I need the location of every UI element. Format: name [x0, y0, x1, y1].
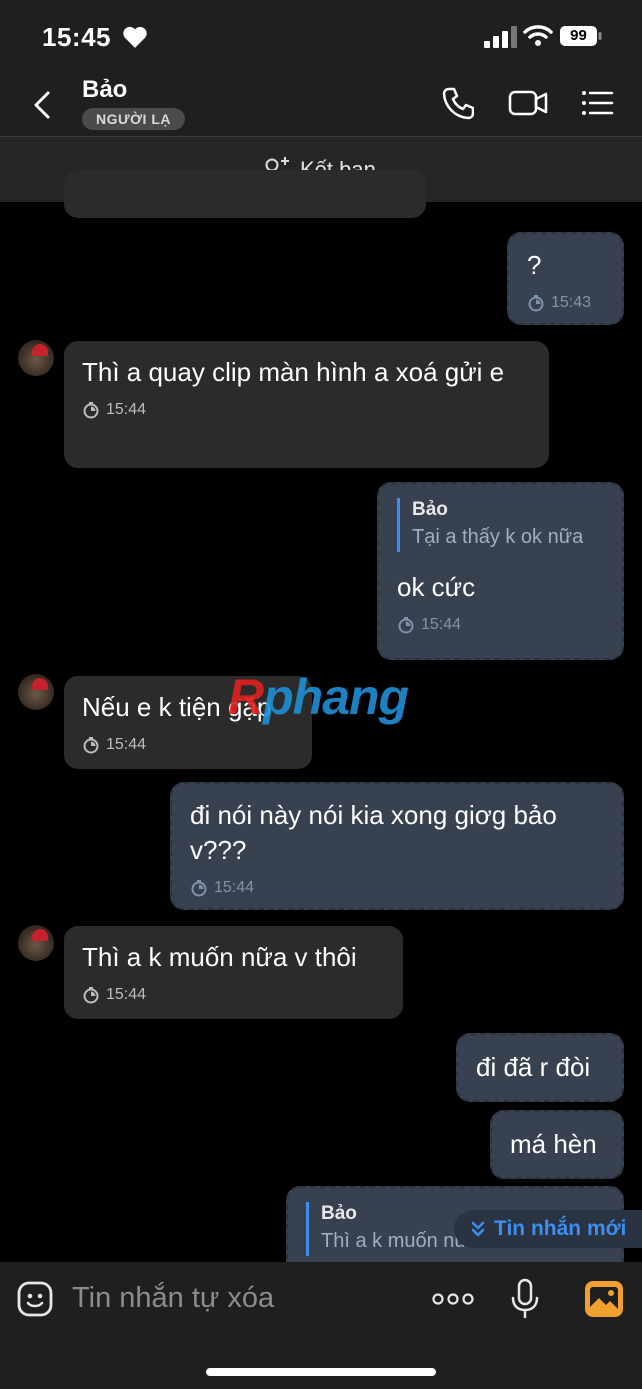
timer-icon [83, 402, 99, 419]
message-bubble[interactable]: má hèn [490, 1110, 624, 1179]
timer-icon [83, 987, 99, 1004]
timer-icon [528, 295, 544, 312]
message-text: Thì a quay clip màn hình a xoá gửi e [82, 357, 505, 387]
reply-author: Bảo [412, 499, 448, 520]
menu-icon[interactable] [580, 86, 614, 120]
message-bubble-partial[interactable] [64, 170, 426, 218]
message-bubble[interactable]: Thì a quay clip màn hình a xoá gửi e 15:… [64, 341, 549, 468]
message-input[interactable]: Tin nhắn tự xóa [72, 1282, 274, 1315]
timer-icon [191, 880, 207, 897]
message-text: má hèn [510, 1129, 597, 1159]
contact-name[interactable]: Bảo [82, 76, 127, 104]
new-messages-label: Tin nhắn mới [494, 1217, 627, 1240]
message-time: 15:44 [106, 736, 147, 753]
message-text: đi đã r đòi [476, 1052, 591, 1082]
stranger-badge: NGƯỜI LẠ [82, 108, 185, 130]
battery-icon: 99 [560, 24, 602, 48]
avatar[interactable] [18, 340, 54, 376]
message-bubble[interactable]: đi đã r đòi [456, 1033, 624, 1102]
message-text: Thì a k muốn nữa v thôi [82, 942, 357, 972]
message-time: 15:44 [106, 986, 147, 1003]
status-time: 15:45 [42, 22, 111, 52]
message-bubble[interactable]: ? 15:43 [507, 232, 624, 325]
message-text: đi nói này nói kia xong giơg bảo v??? [190, 800, 557, 865]
message-timestamp: 15:43 [527, 293, 604, 313]
timer-icon [398, 617, 414, 634]
message-timestamp: 15:44 [190, 878, 604, 898]
watermark-logo: Rphang [228, 669, 409, 725]
video-call-icon[interactable] [508, 86, 548, 120]
avatar[interactable] [18, 674, 54, 710]
message-timestamp: 15:44 [82, 735, 294, 755]
back-icon[interactable] [30, 90, 54, 120]
avatar[interactable] [18, 925, 54, 961]
phone-icon[interactable] [442, 86, 474, 120]
message-text: ok cức [397, 572, 476, 602]
home-indicator [206, 1368, 436, 1376]
wifi-icon [523, 25, 553, 46]
message-text: ? [527, 250, 542, 280]
message-time: 15:44 [106, 401, 147, 418]
new-messages-button[interactable]: Tin nhắn mới [454, 1210, 642, 1248]
more-icon[interactable] [432, 1292, 474, 1306]
battery-level: 99 [570, 27, 587, 44]
message-bubble[interactable]: đi nói này nói kia xong giơg bảo v??? 15… [170, 782, 624, 910]
message-time: 15:44 [421, 616, 462, 633]
cellular-signal-icon [484, 26, 517, 48]
message-bubble[interactable]: Bảo Tại a thấy k ok nữa ok cức 15:44 [377, 482, 624, 660]
sticker-icon[interactable] [16, 1280, 54, 1318]
reply-quote[interactable]: Bảo Tại a thấy k ok nữa [397, 498, 604, 552]
timer-icon [83, 737, 99, 754]
message-timestamp: 15:44 [82, 400, 531, 420]
heart-icon [123, 26, 147, 48]
reply-text: Tại a thấy k ok nữa [412, 526, 584, 548]
microphone-icon[interactable] [510, 1278, 540, 1320]
chat-header: Bảo NGƯỜI LẠ [0, 70, 642, 136]
status-bar: 15:45 99 [0, 0, 642, 70]
message-time: 15:43 [551, 294, 592, 311]
message-time: 15:44 [214, 879, 255, 896]
double-chevron-down-icon [471, 1221, 485, 1237]
message-timestamp: 15:44 [397, 615, 604, 635]
message-bubble[interactable]: Thì a k muốn nữa v thôi 15:44 [64, 926, 403, 1019]
gallery-icon[interactable] [584, 1280, 624, 1318]
message-timestamp: 15:44 [82, 985, 385, 1005]
